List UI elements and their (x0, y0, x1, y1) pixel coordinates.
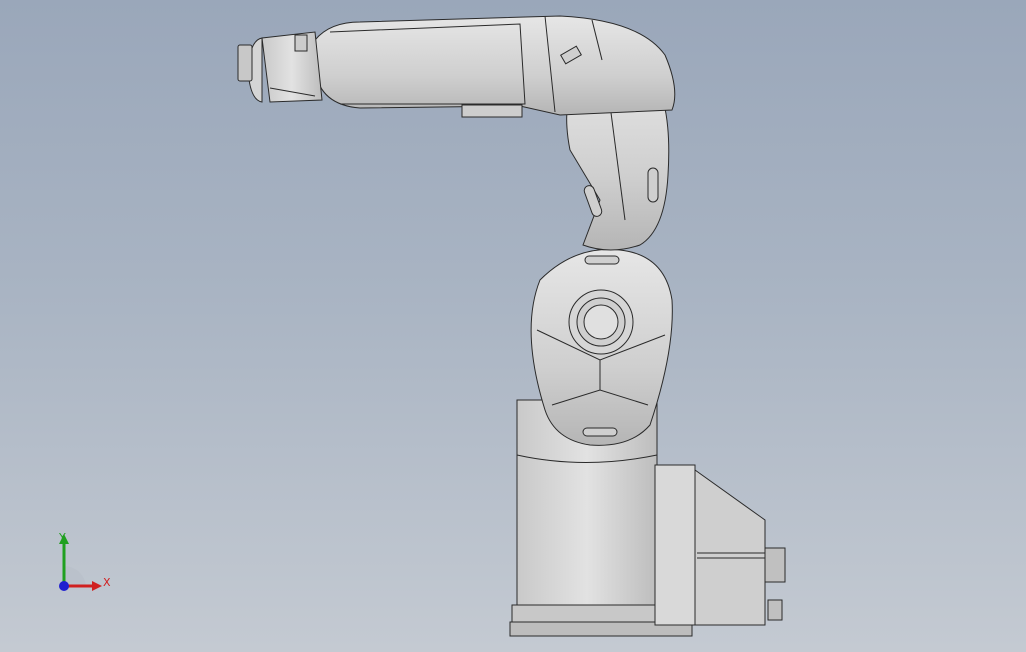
upper-arm (314, 15, 676, 118)
y-axis-label: Y (59, 531, 66, 544)
z-axis-dot (59, 581, 69, 591)
x-axis-label: X (103, 576, 111, 589)
wrist-flange (237, 31, 323, 103)
graphics-viewport[interactable]: X Y (0, 0, 1026, 652)
lower-arm (530, 248, 673, 446)
robot-arm-model[interactable] (0, 0, 1026, 652)
robot-base (509, 399, 786, 637)
